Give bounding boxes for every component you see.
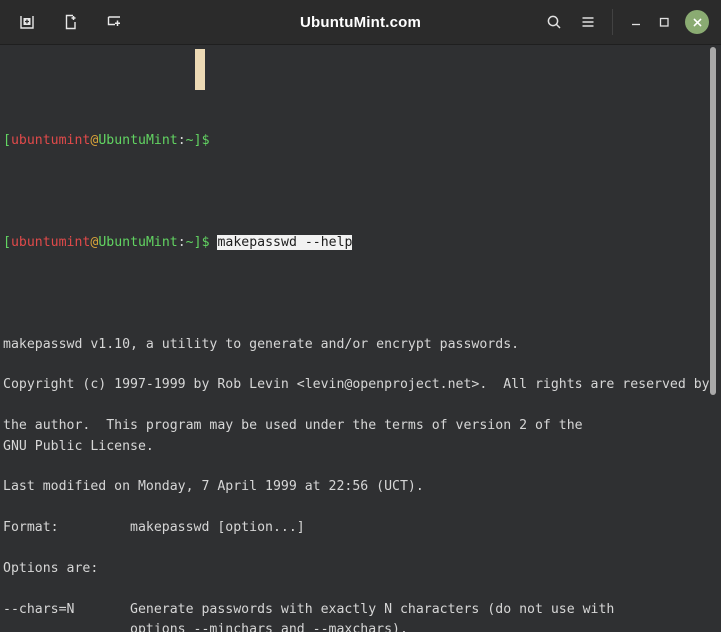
terminal-output-line: Copyright (c) 1997-1999 by Rob Levin <le… [3, 377, 710, 393]
terminal-body[interactable]: [ubuntumint@UbuntuMint:~]$ [ubuntumint@U… [0, 45, 721, 632]
prompt-user: ubuntumint [10, 234, 91, 250]
window-titlebar: UbuntuMint.com [0, 0, 721, 45]
prompt-line-1: [ubuntumint@UbuntuMint:~]$ [3, 131, 707, 151]
terminal-output-line: Format: makepasswd [option...] [3, 520, 305, 536]
terminal-output: makepasswd v1.10, a utility to generate … [3, 335, 710, 632]
prompt-sigil: $ [201, 132, 210, 148]
prompt-line-2: [ubuntumint@UbuntuMint:~]$ makepasswd --… [3, 233, 707, 253]
minimize-button[interactable] [623, 9, 649, 35]
prompt-path: ~ [185, 132, 194, 148]
prompt-bracket-close: ] [193, 132, 202, 148]
prompt-host: UbuntuMint [98, 234, 178, 250]
prompt-path: ~ [185, 234, 194, 250]
search-icon[interactable] [538, 7, 570, 37]
command-input[interactable]: makepasswd --help [217, 234, 353, 250]
terminal-output-line: Last modified on Monday, 7 April 1999 at… [3, 479, 424, 495]
close-button[interactable] [685, 10, 709, 34]
maximize-button[interactable] [651, 9, 677, 35]
scrollbar-thumb[interactable] [710, 47, 716, 395]
terminal-output-line: --chars=N Generate passwords with exactl… [3, 601, 615, 617]
terminal-output-line: options --minchars and --maxchars). [3, 622, 408, 632]
prompt-user: ubuntumint [10, 132, 91, 148]
terminal-text: [ubuntumint@UbuntuMint:~]$ [ubuntumint@U… [3, 49, 710, 632]
prompt-bracket-open: [ [3, 234, 11, 250]
terminal-window: UbuntuMint.com [ubuntumint@UbuntuMint:~]… [0, 0, 721, 632]
new-tab-icon[interactable] [14, 9, 40, 35]
terminal-output-line: makepasswd v1.10, a utility to generate … [3, 336, 520, 352]
prompt-colon: : [177, 234, 186, 250]
prompt-colon: : [177, 132, 186, 148]
titlebar-left-actions [0, 9, 128, 35]
terminal-output-line: GNU Public License. [3, 438, 154, 454]
prompt-sigil: $ [201, 234, 210, 250]
prompt-host: UbuntuMint [98, 132, 178, 148]
scrollbar[interactable] [709, 45, 719, 632]
window-title-text: UbuntuMint.com [299, 13, 422, 31]
prompt-bracket-open: [ [3, 132, 11, 148]
terminal-output-line: the author. This program may be used und… [3, 418, 583, 434]
terminal-output-line: Options are: [3, 560, 99, 576]
hamburger-menu-icon[interactable] [572, 7, 604, 37]
prompt-bracket-close: ] [193, 234, 202, 250]
titlebar-divider [612, 9, 613, 35]
titlebar-right-actions [538, 7, 721, 37]
new-window-icon[interactable] [58, 9, 84, 35]
split-terminal-icon[interactable] [102, 9, 128, 35]
